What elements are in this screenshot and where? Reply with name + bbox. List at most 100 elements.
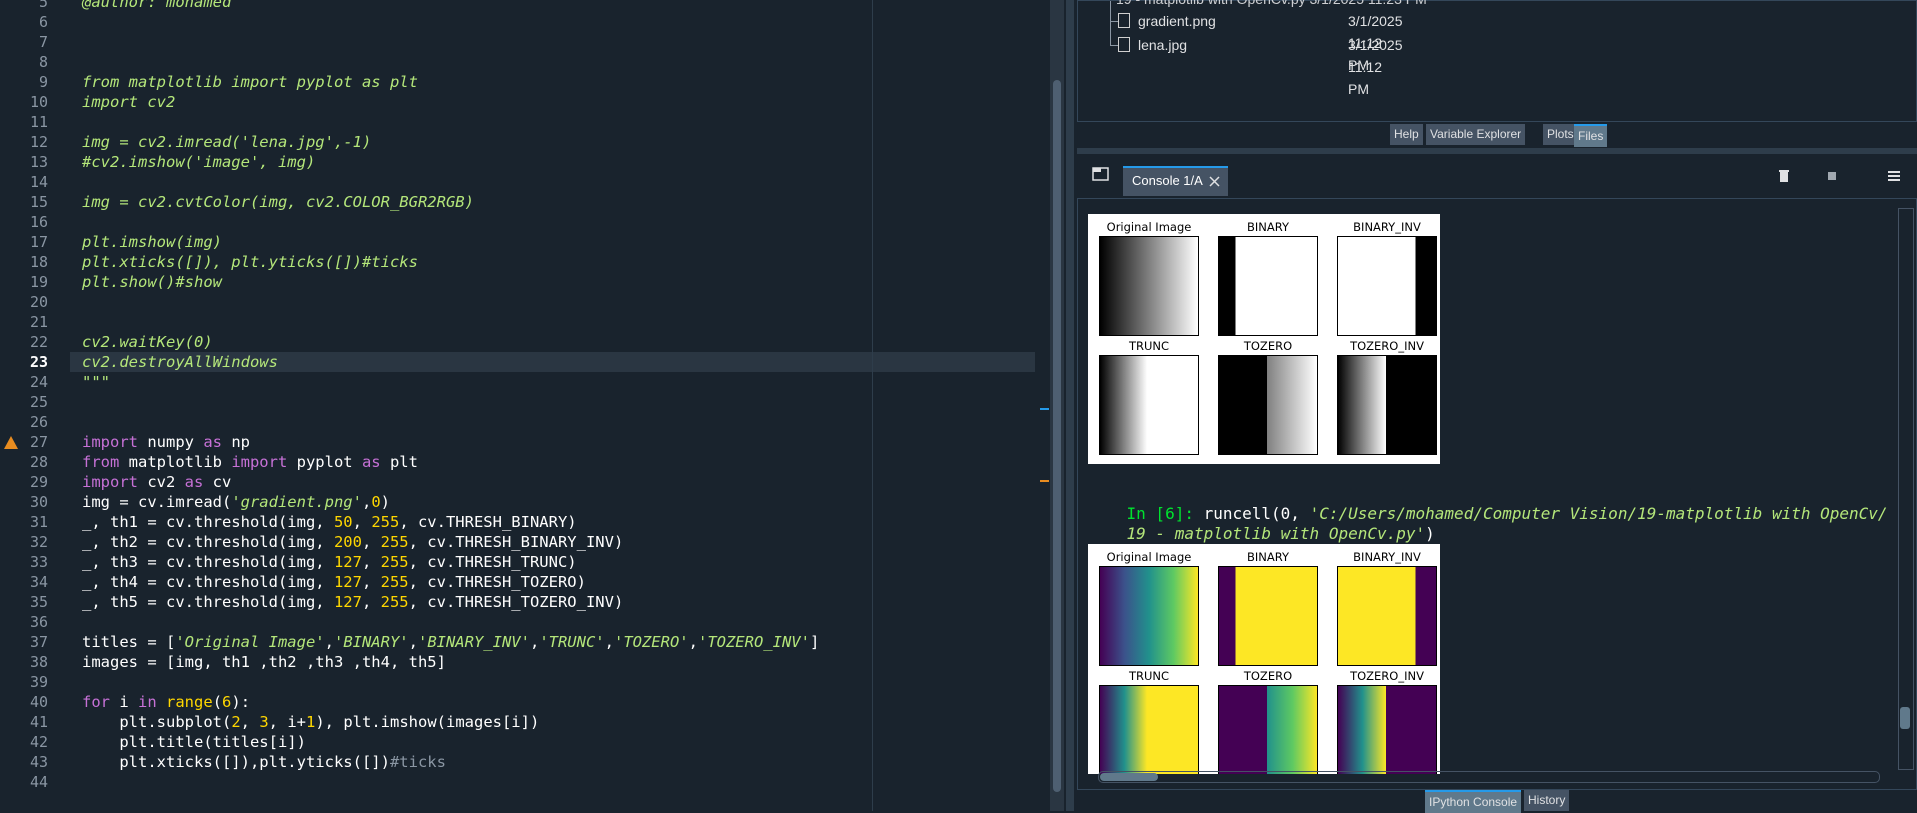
tab-ipython-console[interactable]: IPython Console <box>1425 790 1522 813</box>
code-line[interactable]: _, th5 = cv.threshold(img, 127, 255, cv.… <box>82 592 623 612</box>
subplot-title: Original Image <box>1106 550 1192 564</box>
console-scrollbar[interactable] <box>1898 208 1914 770</box>
menu-icon[interactable] <box>1887 169 1901 183</box>
editor-scrollbar-thumb[interactable] <box>1053 80 1061 792</box>
file-date: 3/1/2025 11:12 PM <box>1348 37 1403 97</box>
scroll-marker-cursor <box>1040 408 1049 410</box>
command-path-cont: 19 - matplotlib with OpenCv.py' <box>1126 524 1426 543</box>
code-line[interactable]: img = cv2.cvtColor(img, cv2.COLOR_BGR2RG… <box>82 192 474 212</box>
code-line[interactable]: _, th1 = cv.threshold(img, 50, 255, cv.T… <box>82 512 577 532</box>
line-number: 28 <box>29 453 48 471</box>
tab-variable-explorer[interactable]: Variable Explorer <box>1426 124 1526 145</box>
code-line[interactable]: _, th3 = cv.threshold(img, 127, 255, cv.… <box>82 552 577 572</box>
code-line[interactable]: img = cv2.imread('lena.jpg',-1) <box>82 132 371 152</box>
console-tab-label: Console 1/A <box>1132 173 1203 188</box>
code-line[interactable]: import cv2 as cv <box>82 472 231 492</box>
tree-branch <box>1110 45 1118 46</box>
line-number: 9 <box>38 73 48 91</box>
subplot-image-original <box>1099 566 1199 666</box>
remove-icon[interactable] <box>1777 168 1791 184</box>
code-line[interactable]: images = [img, th1 ,th2 ,th3 ,th4, th5] <box>82 652 446 672</box>
plot-output-grayscale: Original Image BINARY BINARY_INV TRUNC TOZER… <box>1088 214 1440 464</box>
line-number: 26 <box>29 413 48 431</box>
tab-files[interactable]: Files <box>1574 124 1608 147</box>
editor-edge-line <box>872 0 873 811</box>
tab-plots[interactable]: Plots <box>1543 124 1578 145</box>
subplot-title: TRUNC <box>1128 339 1170 353</box>
code-line[interactable]: img = cv.imread('gradient.png',0) <box>82 492 390 512</box>
code-line[interactable]: import numpy as np <box>82 432 250 452</box>
line-number: 17 <box>29 233 48 251</box>
line-number: 40 <box>29 693 48 711</box>
console-hscrollbar-thumb[interactable] <box>1100 773 1158 781</box>
tree-branch <box>1110 21 1118 22</box>
line-number: 41 <box>29 713 48 731</box>
console-scrollbar-thumb[interactable] <box>1900 707 1910 729</box>
subplot-title: TOZERO <box>1243 669 1293 683</box>
files-pane: 19 - matplotlib with OpenCv.py 3/1/2025 … <box>1077 0 1917 122</box>
subplot-image-tozero <box>1218 355 1318 455</box>
line-number: 44 <box>29 773 48 791</box>
line-number: 6 <box>38 13 48 31</box>
console-hscrollbar[interactable] <box>1098 771 1880 783</box>
code-line[interactable]: plt.xticks([]),plt.yticks([])#ticks <box>82 752 446 772</box>
scroll-marker-warning <box>1040 480 1049 482</box>
subplot-image-binary <box>1218 566 1318 666</box>
code-line[interactable]: import cv2 <box>82 92 175 112</box>
code-line[interactable]: from matplotlib import pyplot as plt <box>82 72 418 92</box>
code-line[interactable]: #cv2.imshow('image', img) <box>82 152 315 172</box>
close-icon[interactable] <box>1209 176 1220 187</box>
tab-history[interactable]: History <box>1524 790 1570 811</box>
image-file-icon <box>1118 37 1130 52</box>
code-editor[interactable]: 5 6 7 8 9 10 11 12 13 14 15 16 17 18 19 20 21 22 23 24 25 26 2… <box>0 0 1057 811</box>
line-number: 14 <box>29 173 48 191</box>
file-row-gradient[interactable]: gradient.png 3/1/2025 11:12 PM <box>1118 10 1403 73</box>
image-file-icon <box>1118 13 1130 28</box>
line-number: 38 <box>29 653 48 671</box>
line-number: 34 <box>29 573 48 591</box>
command-close: ) <box>1425 524 1435 543</box>
subplot-image-original <box>1099 236 1199 336</box>
code-line[interactable]: plt.xticks([]), plt.yticks([])#ticks <box>82 252 418 272</box>
subplot-title: BINARY <box>1246 550 1290 564</box>
tree-line <box>1110 1 1111 45</box>
code-line[interactable]: plt.show()#show <box>82 272 222 292</box>
code-line[interactable]: for i in range(6): <box>82 692 250 712</box>
line-number: 32 <box>29 533 48 551</box>
code-line[interactable]: _, th2 = cv.threshold(img, 200, 255, cv.… <box>82 532 623 552</box>
file-name: lena.jpg <box>1138 37 1188 53</box>
code-line[interactable]: titles = ['Original Image','BINARY','BIN… <box>82 632 819 652</box>
line-number: 12 <box>29 133 48 151</box>
line-number: 35 <box>29 593 48 611</box>
line-number: 15 <box>29 193 48 211</box>
file-name: gradient.png <box>1138 13 1216 29</box>
code-line[interactable]: _, th4 = cv.threshold(img, 127, 255, cv.… <box>82 572 586 592</box>
tab-help[interactable]: Help <box>1390 124 1423 145</box>
line-number: 19 <box>29 273 48 291</box>
code-line[interactable]: plt.imshow(img) <box>82 232 222 252</box>
subplot-image-tozero-inv <box>1337 685 1437 774</box>
code-line[interactable]: from matplotlib import pyplot as plt <box>82 452 418 472</box>
code-line[interactable]: plt.subplot(2, 3, i+1), plt.imshow(image… <box>82 712 539 732</box>
line-number: 29 <box>29 473 48 491</box>
console-tab[interactable]: Console 1/A <box>1123 166 1228 196</box>
file-row-lena[interactable]: lena.jpg 3/1/2025 11:12 PM <box>1118 34 1403 97</box>
subplot-image-binary <box>1218 236 1318 336</box>
line-number: 25 <box>29 393 48 411</box>
code-line[interactable]: plt.title(titles[i]) <box>82 732 306 752</box>
pane-splitter[interactable] <box>1066 0 1074 811</box>
code-line[interactable]: cv2.destroyAllWindows <box>82 352 278 372</box>
pane-separator[interactable] <box>1077 148 1917 154</box>
file-row-partial[interactable]: 19 - matplotlib with OpenCv.py 3/1/2025 … <box>1116 0 1427 10</box>
code-line[interactable]: cv2.waitKey(0) <box>82 332 213 352</box>
line-number: 39 <box>29 673 48 691</box>
stop-icon[interactable] <box>1827 171 1837 181</box>
browse-tabs-icon[interactable] <box>1092 166 1110 182</box>
line-number: 30 <box>29 493 48 511</box>
warning-icon[interactable] <box>4 436 18 449</box>
code-line[interactable]: @author: mohamed <box>82 0 231 12</box>
ipython-console[interactable]: Original Image BINARY BINARY_INV TRUNC TOZER… <box>1077 198 1917 790</box>
plot-output-viridis: Original Image BINARY BINARY_INV TRUNC TOZER… <box>1088 544 1440 774</box>
code-line[interactable]: """ <box>82 372 110 392</box>
subplot-image-trunc <box>1099 685 1199 774</box>
